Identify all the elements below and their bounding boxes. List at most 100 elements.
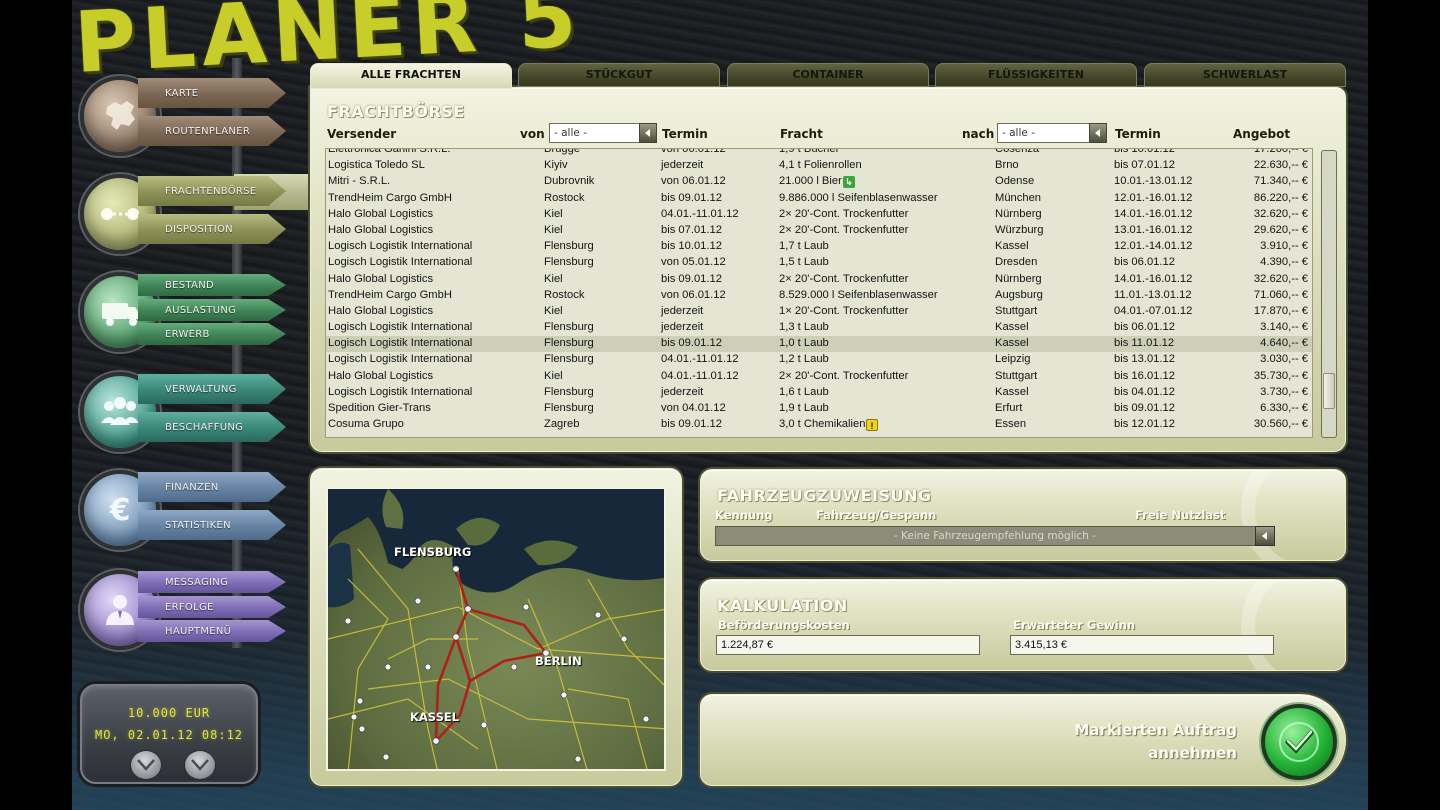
menu-item-statistiken[interactable]: STATISTIKEN [138,510,286,540]
menu-item-routenplaner[interactable]: ROUTENPLANER [138,116,286,146]
route-map[interactable]: FLENSBURG BERLIN KASSEL [326,487,666,771]
cell-pickup: jederzeit [661,321,704,334]
freight-market-panel: FRACHTBÖRSE Versender von - alle - Termi… [310,87,1346,452]
cell-to: Essen [995,418,1027,431]
accept-order-label[interactable]: Markierten Auftrag annehmen [1074,719,1237,765]
tab-alle-frachten[interactable]: ALLE FRACHTEN [310,63,512,89]
cell-offer: 4.640,-- € [1260,337,1308,350]
freight-row[interactable]: Logisch Logistik International Flensburg b… [326,336,1312,353]
cell-from: Zagreb [544,418,580,431]
filter-to-select[interactable]: - alle - [997,123,1107,143]
cell-cargo: 1× 20'-Cont. Trockenfutter [779,304,909,317]
cell-sender: Halo Global Logistics [328,304,434,317]
freight-row[interactable]: Halo Global Logistics Kiel 04.01.-11.01.12… [326,207,1312,223]
speed-up-button[interactable] [184,750,216,780]
menu-item-erwerb[interactable]: ERWERB [138,323,286,345]
menu-rail [232,58,242,648]
cell-to: Kassel [995,321,1029,334]
dropdown-arrow-icon[interactable] [1255,526,1275,546]
cell-delivery: bis 10.01.12 [1114,148,1175,155]
cell-pickup: bis 09.01.12 [661,337,722,350]
cell-from: Rostock [544,191,585,204]
game-window: PLANER 5 KARTE ROUTENPLANER FRACHTENBÖRS… [72,0,1368,810]
cell-pickup: von 04.01.12 [661,402,726,414]
freight-row[interactable]: Halo Global Logistics Kiel bis 07.01.12 2× … [326,223,1312,239]
cell-to: Stuttgart [995,304,1038,317]
header-from[interactable]: von [520,127,545,141]
menu-item-erfolge[interactable]: ERFOLGE [138,596,286,618]
freight-row[interactable]: Mitri - S.R.L. Dubrovnik von 06.01.12 21.00… [326,174,1312,190]
tab-fluessigkeiten[interactable]: FLÜSSIGKEITEN [935,63,1137,87]
cell-offer: 22.630,-- € [1253,159,1308,172]
header-term-to[interactable]: Termin [1115,127,1161,141]
freight-row[interactable]: TrendHeim Cargo GmbH Rostock bis 09.01.12 9… [326,191,1312,207]
cell-to: Erfurt [995,402,1023,414]
freight-row[interactable]: Halo Global Logistics Kiel jederzeit 1× 20'… [326,304,1312,320]
cooling-hint-icon: ↳ [843,176,855,189]
checkmark-icon [1279,722,1319,762]
freight-row[interactable]: Logisch Logistik International Flensburg v… [326,255,1312,271]
menu-item-frachtenboerse[interactable]: FRACHTENBÖRSE [138,176,286,206]
freight-row[interactable]: Halo Global Logistics Kiel 04.01.-11.01.12… [326,369,1312,385]
panel-title: FRACHTBÖRSE [327,102,465,121]
dropdown-arrow-icon[interactable] [639,123,657,143]
freight-row[interactable]: Spedition Gier-Trans Flensburg von 04.01.1… [326,401,1312,417]
status-display: 10.000 EUR MO, 02.01.12 08:12 [80,684,258,784]
vehicle-select[interactable]: - Keine Fahrzeugempfehlung möglich - [715,526,1275,546]
cell-pickup: jederzeit [661,385,704,398]
filter-from-value: - alle - [554,127,587,139]
cell-to: Nürnberg [995,272,1042,285]
cell-from: Kiel [544,223,563,236]
cell-from: Kiel [544,369,563,382]
tab-container[interactable]: CONTAINER [727,63,929,87]
freight-list-scrollbar[interactable] [1321,150,1337,438]
menu-item-disposition[interactable]: DISPOSITION [138,214,286,244]
speed-down-button[interactable] [130,750,162,780]
menu-item-karte[interactable]: KARTE [138,78,286,108]
freight-row[interactable]: Logisch Logistik International Flensburg j… [326,385,1312,401]
cell-sender: Logisch Logistik International [328,353,473,366]
menu-item-messaging[interactable]: MESSAGING [138,571,286,593]
cell-delivery: bis 07.01.12 [1114,159,1175,172]
cell-offer: 3.140,-- € [1260,321,1308,334]
header-term-from[interactable]: Termin [662,127,708,141]
menu-item-verwaltung[interactable]: VERWALTUNG [138,374,286,404]
freight-row[interactable]: Logisch Logistik International Flensburg b… [326,239,1312,255]
freight-row[interactable]: TrendHeim Cargo GmbH Rostock von 06.01.12 8… [326,288,1312,304]
svg-text:€: € [109,493,131,528]
cell-offer: 3.910,-- € [1260,240,1308,253]
cell-from: Kiel [544,272,563,285]
cell-sender: Halo Global Logistics [328,369,434,382]
cell-offer: 32.620,-- € [1253,207,1308,220]
cell-offer: 30.560,-- € [1253,418,1308,431]
freight-row[interactable]: Elettronica Ganini S.R.L. Brugge von 06.01… [326,148,1312,158]
cell-pickup: von 06.01.12 [661,288,726,301]
filter-from-select[interactable]: - alle - [549,123,657,143]
accept-order-button[interactable] [1261,704,1337,780]
cell-cargo: 1,9 t Laub [779,402,829,414]
menu-item-bestand[interactable]: BESTAND [138,274,286,296]
header-cargo[interactable]: Fracht [780,127,823,141]
cell-cargo: 9.886.000 l Seifenblasenwasser [779,191,938,204]
header-offer[interactable]: Angebot [1233,127,1290,141]
freight-row[interactable]: Logistica Toledo SL Kiyiv jederzeit 4,1 t F… [326,158,1312,174]
menu-item-hauptmenue[interactable]: HAUPTMENÜ [138,620,286,642]
freight-row[interactable]: Logisch Logistik International Flensburg j… [326,320,1312,336]
profit-value: 3.415,13 € [1010,635,1274,655]
menu-item-auslastung[interactable]: AUSLASTUNG [138,299,286,321]
menu-item-beschaffung[interactable]: BESCHAFFUNG [138,412,286,442]
cell-offer: 32.620,-- € [1253,272,1308,285]
cell-sender: Logisch Logistik International [328,256,473,269]
header-sender[interactable]: Versender [327,127,396,141]
freight-row[interactable]: Cosuma Grupo Zagreb bis 09.01.12 3,0 t Chem… [326,417,1312,433]
cell-offer: 71.340,-- € [1253,175,1308,188]
tab-schwerlast[interactable]: SCHWERLAST [1144,63,1346,87]
tab-stueckgut[interactable]: STÜCKGUT [518,63,720,87]
scrollbar-thumb[interactable] [1323,373,1335,409]
dropdown-arrow-icon[interactable] [1089,123,1107,143]
header-to[interactable]: nach [962,127,994,141]
freight-row[interactable]: Halo Global Logistics Kiel bis 09.01.12 2× … [326,272,1312,288]
menu-item-finanzen[interactable]: FINANZEN [138,472,286,502]
freight-row[interactable]: Logisch Logistik International Flensburg 0… [326,352,1312,368]
north-sea [328,542,354,608]
